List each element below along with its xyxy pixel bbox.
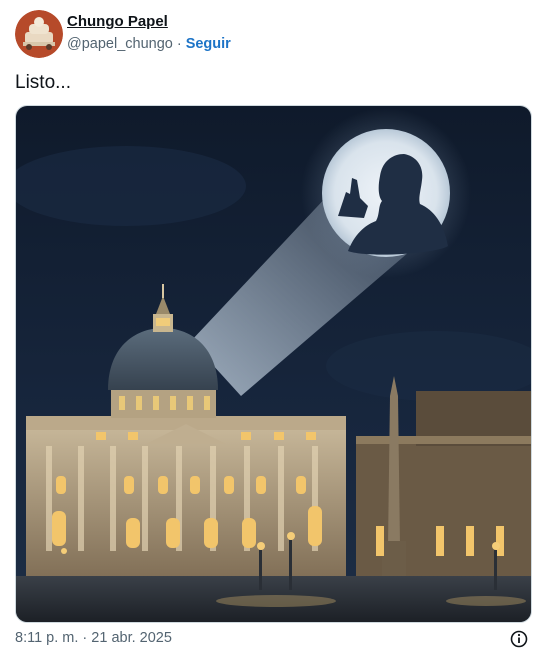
info-icon[interactable]	[510, 630, 528, 648]
follow-button[interactable]: Seguir	[186, 36, 231, 52]
tweet-card: Chungo Papel @papel_chungo · Seguir Listo.…	[0, 0, 543, 654]
separator-dot: ·	[176, 36, 182, 52]
avatar[interactable]	[15, 10, 63, 58]
tweet-timestamp[interactable]: 8:11 p. m. · 21 abr. 2025	[15, 630, 172, 646]
author-handle-row: @papel_chungo · Seguir	[67, 36, 231, 52]
tweet-image[interactable]	[15, 105, 532, 623]
tweet-text: Listo...	[15, 72, 71, 93]
author-name[interactable]: Chungo Papel	[67, 13, 168, 30]
author-handle[interactable]: @papel_chungo	[67, 36, 173, 52]
